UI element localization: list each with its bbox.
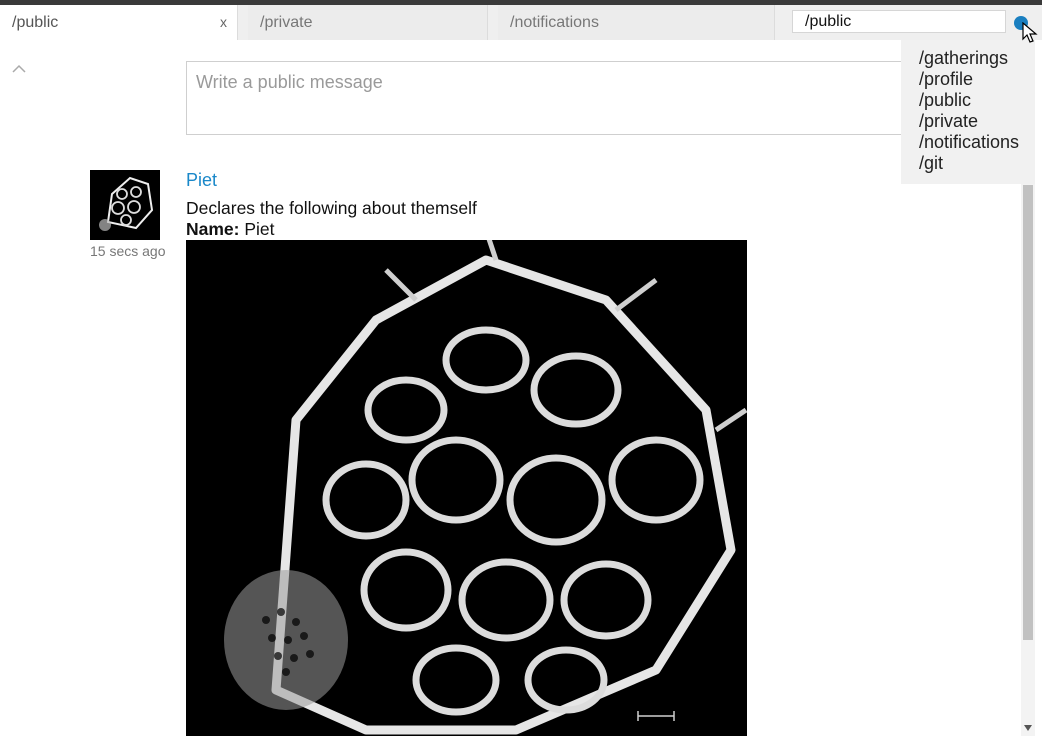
author-avatar[interactable]: [90, 170, 160, 240]
close-tab-button[interactable]: x: [220, 5, 227, 40]
tab-notifications[interactable]: /notifications: [498, 5, 775, 40]
suggestion-private[interactable]: /private: [919, 111, 1035, 132]
tab-public[interactable]: /public x: [0, 5, 238, 40]
post-text: Declares the following about themself: [186, 198, 477, 218]
scroll-down-arrow-icon[interactable]: [1023, 724, 1033, 732]
name-value: Piet: [244, 219, 275, 239]
suggestion-dropdown: /gatherings /profile /public /private /n…: [901, 40, 1035, 184]
post-image: [186, 240, 747, 736]
url-input[interactable]: [792, 10, 1006, 33]
suggestion-gatherings[interactable]: /gatherings: [919, 48, 1035, 69]
scrollbar-thumb[interactable]: [1023, 185, 1033, 640]
post-timestamp[interactable]: 15 secs ago: [90, 243, 166, 259]
tab-public-label: /public: [12, 14, 59, 31]
chevron-up-icon[interactable]: [11, 62, 27, 74]
tab-notifications-label: /notifications: [510, 14, 599, 31]
tab-private[interactable]: /private: [248, 5, 488, 40]
author-link[interactable]: Piet: [186, 170, 217, 191]
suggestion-git[interactable]: /git: [919, 153, 1035, 174]
tab-private-label: /private: [260, 14, 313, 31]
name-label: Name:: [186, 219, 240, 239]
suggestion-public[interactable]: /public: [919, 90, 1035, 111]
post-name-field: Name: Piet: [186, 219, 275, 240]
suggestion-notifications[interactable]: /notifications: [919, 132, 1035, 153]
public-message-composer[interactable]: [186, 61, 926, 135]
mouse-pointer-icon: [1022, 22, 1038, 43]
suggestion-profile[interactable]: /profile: [919, 69, 1035, 90]
